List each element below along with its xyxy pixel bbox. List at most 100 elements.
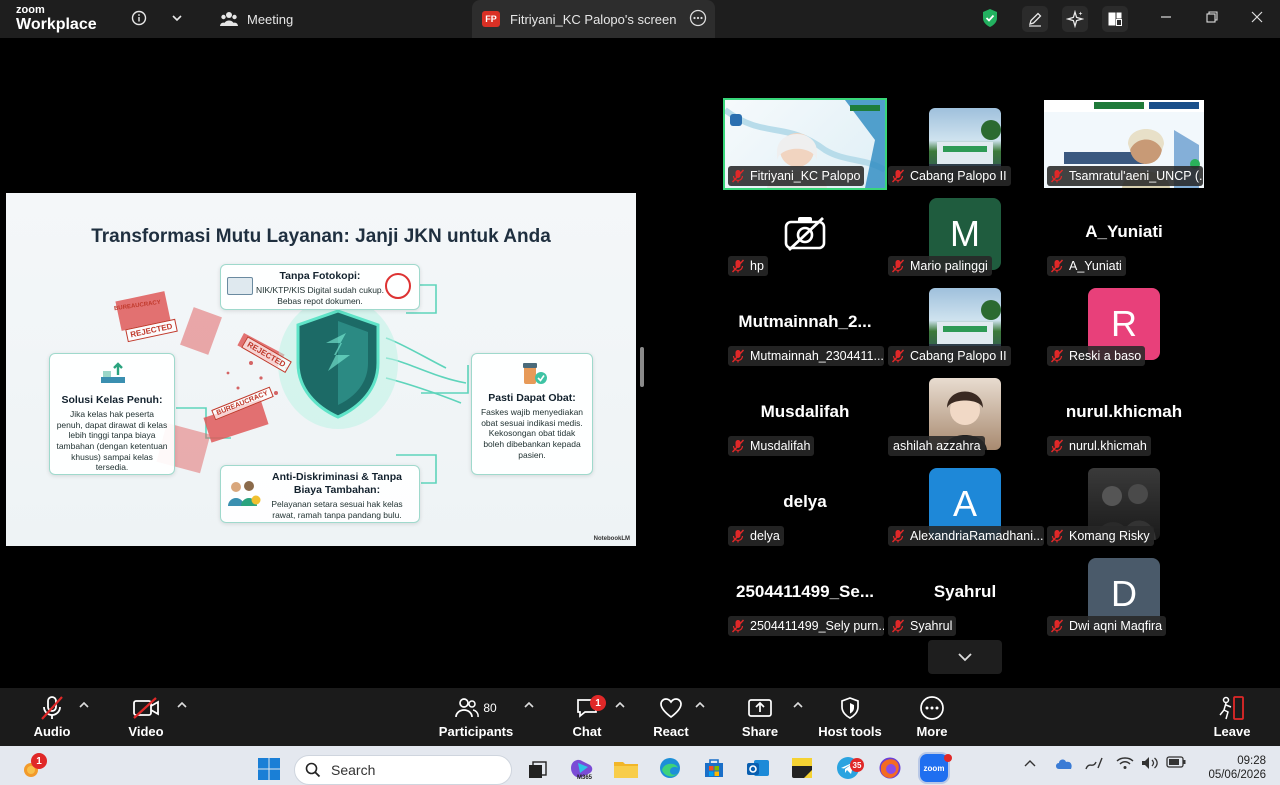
participant-tile[interactable]: Komang Risky bbox=[1044, 460, 1204, 548]
participant-display-name: Musdalifah bbox=[760, 402, 850, 421]
restore-button[interactable] bbox=[1189, 0, 1235, 34]
audio-button[interactable]: Audio bbox=[30, 688, 74, 746]
shared-screen[interactable]: Transformasi Mutu Layanan: Janji JKN unt… bbox=[6, 173, 636, 566]
participant-display-name: 2504411499_Se... bbox=[735, 582, 875, 601]
outlook-icon[interactable] bbox=[745, 755, 771, 781]
wifi-icon[interactable] bbox=[1116, 756, 1134, 773]
tray-overflow-chevron-icon[interactable] bbox=[1024, 756, 1036, 771]
split-view-drag-handle[interactable] bbox=[640, 347, 644, 387]
clock-time: 09:28 bbox=[1237, 755, 1266, 767]
participant-name-label: Fitriyani_KC Palopo bbox=[728, 166, 865, 186]
participant-tile[interactable]: ashilah azzahra bbox=[885, 370, 1045, 458]
participant-tile[interactable]: A_Yuniati A_Yuniati bbox=[1044, 190, 1204, 278]
participant-name-label: Komang Risky bbox=[1047, 526, 1154, 546]
taskbar-clock[interactable]: 09:28 05/06/2026 bbox=[1208, 754, 1266, 783]
participant-tile[interactable]: hp bbox=[725, 190, 885, 278]
participants-button[interactable]: 80 Participants bbox=[439, 688, 513, 746]
react-button[interactable]: React bbox=[652, 688, 690, 746]
share-screen-icon bbox=[747, 695, 773, 721]
mic-muted-icon bbox=[891, 349, 905, 363]
participant-tile[interactable]: delya delya bbox=[725, 460, 885, 548]
mic-muted-icon bbox=[1050, 529, 1064, 543]
participant-tile[interactable]: A AlexandriaRamadhani... bbox=[885, 460, 1045, 548]
participant-tile[interactable]: Tsamratul'aeni_UNCP (... bbox=[1044, 100, 1204, 188]
video-options-caret-icon[interactable] bbox=[177, 700, 187, 712]
onedrive-cloud-icon[interactable] bbox=[1054, 756, 1074, 773]
minimize-button[interactable] bbox=[1143, 0, 1189, 34]
tab-meeting[interactable]: Meeting bbox=[220, 0, 470, 38]
mic-muted-icon bbox=[39, 695, 65, 721]
participant-tile[interactable]: M Mario palinggi bbox=[885, 190, 1045, 278]
mic-muted-icon bbox=[1050, 259, 1064, 273]
notebooklm-watermark: NotebookLM bbox=[593, 536, 630, 542]
participant-name-label: Syahrul bbox=[888, 616, 957, 636]
leave-button[interactable]: Leave bbox=[1212, 688, 1252, 746]
edge-browser-icon[interactable] bbox=[657, 755, 683, 781]
mic-muted-icon bbox=[731, 259, 745, 273]
participant-name-label: AlexandriaRamadhani... bbox=[888, 526, 1044, 546]
participant-tile[interactable]: Syahrul Syahrul bbox=[885, 550, 1045, 638]
participant-name-label: hp bbox=[728, 256, 768, 276]
mic-muted-icon bbox=[1050, 169, 1064, 183]
close-button[interactable] bbox=[1234, 0, 1280, 34]
gallery-next-page-button[interactable] bbox=[928, 640, 1002, 674]
participant-tile[interactable]: Fitriyani_KC Palopo bbox=[723, 98, 887, 190]
windows-start-icon[interactable] bbox=[256, 756, 282, 782]
mic-muted-icon bbox=[731, 619, 745, 633]
taskbar-search-box[interactable]: Search bbox=[294, 755, 512, 785]
presentation-slide: Transformasi Mutu Layanan: Janji JKN unt… bbox=[6, 193, 636, 546]
microsoft-365-icon[interactable]: M365 bbox=[568, 755, 594, 781]
volume-icon[interactable] bbox=[1141, 756, 1159, 773]
firefox-icon[interactable] bbox=[877, 755, 903, 781]
participant-name-label: Mutmainnah_2304411... bbox=[728, 346, 884, 366]
mic-muted-icon bbox=[891, 529, 905, 543]
chat-options-caret-icon[interactable] bbox=[615, 700, 625, 712]
mic-muted-icon bbox=[731, 529, 745, 543]
microsoft-store-icon[interactable] bbox=[701, 755, 727, 781]
no-copy-icon bbox=[385, 273, 411, 299]
video-button[interactable]: Video bbox=[124, 688, 168, 746]
zoom-notification-dot bbox=[944, 754, 952, 762]
participants-options-caret-icon[interactable] bbox=[524, 700, 534, 712]
card-pasti-dapat-obat: Pasti Dapat Obat: Faskes wajib menyediak… bbox=[471, 353, 593, 475]
more-button[interactable]: More bbox=[912, 688, 952, 746]
hospital-bed-upgrade-icon bbox=[98, 360, 128, 390]
participant-name-label: ashilah azzahra bbox=[888, 436, 985, 456]
ai-companion-sparkle-icon[interactable] bbox=[1062, 6, 1088, 32]
participants-icon-group: 80 bbox=[455, 695, 497, 721]
leave-icon bbox=[1218, 695, 1246, 721]
pen-touch-icon[interactable] bbox=[1084, 756, 1104, 775]
file-explorer-icon[interactable] bbox=[613, 756, 639, 782]
participant-display-name: nurul.khicmah bbox=[1065, 402, 1183, 421]
participant-tile[interactable]: D Dwi aqni Maqfira bbox=[1044, 550, 1204, 638]
info-icon[interactable] bbox=[127, 6, 151, 30]
participant-tile[interactable]: Cabang Palopo II bbox=[885, 280, 1045, 368]
battery-icon[interactable] bbox=[1166, 756, 1186, 771]
audio-options-caret-icon[interactable] bbox=[79, 700, 89, 712]
task-view-icon[interactable] bbox=[524, 757, 550, 783]
card-solusi-kelas-penuh: Solusi Kelas Penuh: Jika kelas hak peser… bbox=[49, 353, 175, 475]
title-bar: zoom Workplace Meeting FP Fitriyani_KC P… bbox=[0, 0, 1280, 38]
sticky-notes-icon[interactable] bbox=[789, 755, 815, 781]
participant-tile[interactable]: R Reski a baso bbox=[1044, 280, 1204, 368]
share-button[interactable]: Share bbox=[741, 688, 779, 746]
host-tools-button[interactable]: Host tools bbox=[818, 688, 882, 746]
participant-tile[interactable]: nurul.khicmah nurul.khicmah bbox=[1044, 370, 1204, 458]
mic-muted-icon bbox=[891, 259, 905, 273]
participant-tile[interactable]: Musdalifah Musdalifah bbox=[725, 370, 885, 458]
participant-tile[interactable]: Mutmainnah_2... Mutmainnah_2304411... bbox=[725, 280, 885, 368]
security-shield-icon[interactable] bbox=[978, 6, 1002, 30]
share-options-caret-icon[interactable] bbox=[793, 700, 803, 712]
weather-badge: 1 bbox=[31, 753, 47, 769]
windows-taskbar: 1 Search M365 35 zoom 09:28 05/06/2026 bbox=[0, 746, 1280, 785]
restore-icon bbox=[1206, 11, 1218, 23]
react-options-caret-icon[interactable] bbox=[695, 700, 705, 712]
annotate-pen-icon[interactable] bbox=[1022, 6, 1048, 32]
participant-tile[interactable]: 2504411499_Se... 2504411499_Sely purn... bbox=[725, 550, 885, 638]
chevron-down-icon[interactable] bbox=[165, 6, 189, 30]
view-layout-icon[interactable] bbox=[1102, 6, 1128, 32]
participant-tile[interactable]: Cabang Palopo II bbox=[885, 100, 1045, 188]
tab-shared-screen[interactable]: FP Fitriyani_KC Palopo's screen bbox=[472, 0, 715, 38]
participant-name-label: Cabang Palopo II bbox=[888, 346, 1011, 366]
more-options-icon[interactable] bbox=[689, 9, 707, 30]
